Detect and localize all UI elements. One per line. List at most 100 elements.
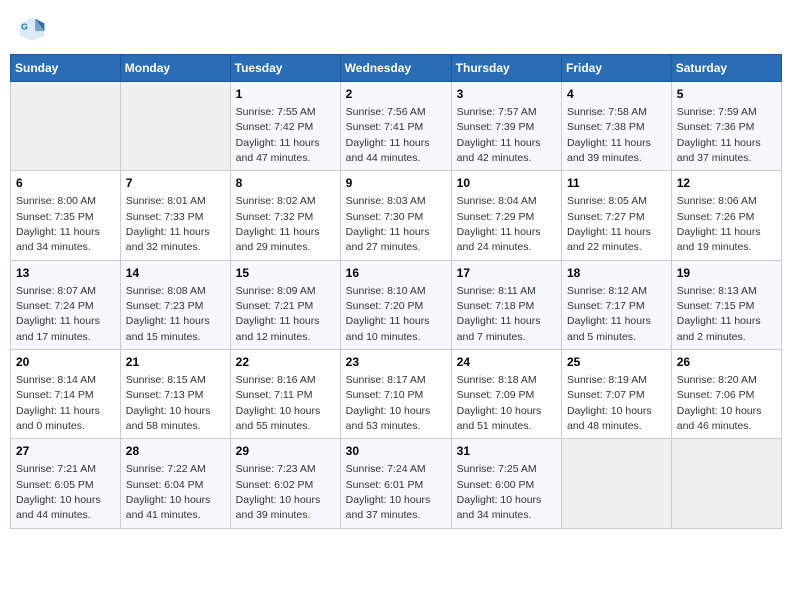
day-detail: Sunrise: 7:57 AM Sunset: 7:39 PM Dayligh…	[457, 106, 541, 164]
day-detail: Sunrise: 8:01 AM Sunset: 7:33 PM Dayligh…	[126, 195, 210, 253]
day-number: 14	[126, 265, 225, 282]
day-number: 7	[126, 175, 225, 192]
day-detail: Sunrise: 8:15 AM Sunset: 7:13 PM Dayligh…	[126, 374, 211, 432]
day-cell: 1Sunrise: 7:55 AM Sunset: 7:42 PM Daylig…	[230, 82, 340, 171]
day-detail: Sunrise: 8:07 AM Sunset: 7:24 PM Dayligh…	[16, 285, 100, 343]
day-number: 20	[16, 354, 115, 371]
day-detail: Sunrise: 8:11 AM Sunset: 7:18 PM Dayligh…	[457, 285, 541, 343]
header-row: SundayMondayTuesdayWednesdayThursdayFrid…	[11, 55, 782, 82]
day-cell: 31Sunrise: 7:25 AM Sunset: 6:00 PM Dayli…	[451, 439, 561, 528]
header-cell-sunday: Sunday	[11, 55, 121, 82]
day-detail: Sunrise: 8:16 AM Sunset: 7:11 PM Dayligh…	[236, 374, 321, 432]
week-row: 13Sunrise: 8:07 AM Sunset: 7:24 PM Dayli…	[11, 260, 782, 349]
day-detail: Sunrise: 8:19 AM Sunset: 7:07 PM Dayligh…	[567, 374, 652, 432]
day-detail: Sunrise: 8:08 AM Sunset: 7:23 PM Dayligh…	[126, 285, 210, 343]
day-cell: 20 Sunrise: 8:14 AM Sunset: 7:14 PM Dayli…	[11, 350, 121, 439]
day-number: 25	[567, 354, 666, 371]
day-cell	[11, 82, 121, 171]
day-number: 12	[677, 175, 776, 192]
week-row: 27 Sunrise: 7:21 AM Sunset: 6:05 PM Dayli…	[11, 439, 782, 528]
day-cell: 15 Sunrise: 8:09 AM Sunset: 7:21 PM Dayli…	[230, 260, 340, 349]
day-detail: Sunrise: 8:06 AM Sunset: 7:26 PM Dayligh…	[677, 195, 761, 253]
day-number: 23	[346, 354, 446, 371]
day-number: 24	[457, 354, 556, 371]
day-cell: 19 Sunrise: 8:13 AM Sunset: 7:15 PM Dayli…	[671, 260, 781, 349]
day-number: 4	[567, 86, 666, 103]
day-cell: 29Sunrise: 7:23 AM Sunset: 6:02 PM Dayli…	[230, 439, 340, 528]
day-cell: 17 Sunrise: 8:11 AM Sunset: 7:18 PM Dayli…	[451, 260, 561, 349]
day-detail: Sunrise: 7:55 AM Sunset: 7:42 PM Dayligh…	[236, 106, 320, 164]
week-row: 1Sunrise: 7:55 AM Sunset: 7:42 PM Daylig…	[11, 82, 782, 171]
day-number: 28	[126, 443, 225, 460]
svg-text:G: G	[21, 22, 28, 32]
day-number: 22	[236, 354, 335, 371]
day-detail: Sunrise: 7:24 AM Sunset: 6:01 PM Dayligh…	[346, 463, 431, 521]
day-number: 26	[677, 354, 776, 371]
day-number: 30	[346, 443, 446, 460]
day-number: 15	[236, 265, 335, 282]
day-detail: Sunrise: 7:22 AM Sunset: 6:04 PM Dayligh…	[126, 463, 211, 521]
day-cell: 16 Sunrise: 8:10 AM Sunset: 7:20 PM Dayli…	[340, 260, 451, 349]
day-number: 31	[457, 443, 556, 460]
day-number: 5	[677, 86, 776, 103]
day-number: 27	[16, 443, 115, 460]
day-cell: 8Sunrise: 8:02 AM Sunset: 7:32 PM Daylig…	[230, 171, 340, 260]
day-number: 6	[16, 175, 115, 192]
day-cell: 13Sunrise: 8:07 AM Sunset: 7:24 PM Dayli…	[11, 260, 121, 349]
day-cell: 14 Sunrise: 8:08 AM Sunset: 7:23 PM Dayli…	[120, 260, 230, 349]
day-cell: 11Sunrise: 8:05 AM Sunset: 7:27 PM Dayli…	[562, 171, 672, 260]
day-number: 16	[346, 265, 446, 282]
day-detail: Sunrise: 8:09 AM Sunset: 7:21 PM Dayligh…	[236, 285, 320, 343]
logo-icon: G	[18, 14, 46, 42]
day-detail: Sunrise: 8:00 AM Sunset: 7:35 PM Dayligh…	[16, 195, 100, 253]
header-cell-saturday: Saturday	[671, 55, 781, 82]
day-detail: Sunrise: 8:14 AM Sunset: 7:14 PM Dayligh…	[16, 374, 100, 432]
calendar-body: 1Sunrise: 7:55 AM Sunset: 7:42 PM Daylig…	[11, 82, 782, 529]
day-cell: 21 Sunrise: 8:15 AM Sunset: 7:13 PM Dayli…	[120, 350, 230, 439]
day-cell: 26 Sunrise: 8:20 AM Sunset: 7:06 PM Dayli…	[671, 350, 781, 439]
day-detail: Sunrise: 8:17 AM Sunset: 7:10 PM Dayligh…	[346, 374, 431, 432]
day-detail: Sunrise: 7:21 AM Sunset: 6:05 PM Dayligh…	[16, 463, 101, 521]
day-number: 17	[457, 265, 556, 282]
day-detail: Sunrise: 8:04 AM Sunset: 7:29 PM Dayligh…	[457, 195, 541, 253]
day-detail: Sunrise: 8:03 AM Sunset: 7:30 PM Dayligh…	[346, 195, 430, 253]
day-number: 2	[346, 86, 446, 103]
page-header: G	[10, 10, 782, 46]
calendar-header: SundayMondayTuesdayWednesdayThursdayFrid…	[11, 55, 782, 82]
week-row: 20 Sunrise: 8:14 AM Sunset: 7:14 PM Dayli…	[11, 350, 782, 439]
day-cell: 23 Sunrise: 8:17 AM Sunset: 7:10 PM Dayli…	[340, 350, 451, 439]
day-detail: Sunrise: 8:13 AM Sunset: 7:15 PM Dayligh…	[677, 285, 761, 343]
day-cell: 7 Sunrise: 8:01 AM Sunset: 7:33 PM Daylig…	[120, 171, 230, 260]
day-cell: 6 Sunrise: 8:00 AM Sunset: 7:35 PM Daylig…	[11, 171, 121, 260]
day-cell: 12 Sunrise: 8:06 AM Sunset: 7:26 PM Dayli…	[671, 171, 781, 260]
day-number: 3	[457, 86, 556, 103]
day-detail: Sunrise: 8:18 AM Sunset: 7:09 PM Dayligh…	[457, 374, 542, 432]
day-number: 8	[236, 175, 335, 192]
day-number: 9	[346, 175, 446, 192]
day-detail: Sunrise: 8:20 AM Sunset: 7:06 PM Dayligh…	[677, 374, 762, 432]
day-detail: Sunrise: 8:10 AM Sunset: 7:20 PM Dayligh…	[346, 285, 430, 343]
header-cell-friday: Friday	[562, 55, 672, 82]
day-cell: 4 Sunrise: 7:58 AM Sunset: 7:38 PM Daylig…	[562, 82, 672, 171]
logo: G	[18, 14, 48, 42]
day-detail: Sunrise: 7:58 AM Sunset: 7:38 PM Dayligh…	[567, 106, 651, 164]
day-cell: 5 Sunrise: 7:59 AM Sunset: 7:36 PM Daylig…	[671, 82, 781, 171]
header-cell-wednesday: Wednesday	[340, 55, 451, 82]
week-row: 6 Sunrise: 8:00 AM Sunset: 7:35 PM Daylig…	[11, 171, 782, 260]
header-cell-monday: Monday	[120, 55, 230, 82]
day-number: 11	[567, 175, 666, 192]
day-cell: 2Sunrise: 7:56 AM Sunset: 7:41 PM Daylig…	[340, 82, 451, 171]
day-number: 19	[677, 265, 776, 282]
calendar-table: SundayMondayTuesdayWednesdayThursdayFrid…	[10, 54, 782, 529]
day-cell: 18Sunrise: 8:12 AM Sunset: 7:17 PM Dayli…	[562, 260, 672, 349]
day-cell: 10Sunrise: 8:04 AM Sunset: 7:29 PM Dayli…	[451, 171, 561, 260]
day-cell	[671, 439, 781, 528]
day-cell: 25 Sunrise: 8:19 AM Sunset: 7:07 PM Dayli…	[562, 350, 672, 439]
day-cell	[562, 439, 672, 528]
day-number: 21	[126, 354, 225, 371]
header-cell-thursday: Thursday	[451, 55, 561, 82]
day-cell: 3 Sunrise: 7:57 AM Sunset: 7:39 PM Daylig…	[451, 82, 561, 171]
day-cell: 27 Sunrise: 7:21 AM Sunset: 6:05 PM Dayli…	[11, 439, 121, 528]
day-number: 29	[236, 443, 335, 460]
day-detail: Sunrise: 7:59 AM Sunset: 7:36 PM Dayligh…	[677, 106, 761, 164]
